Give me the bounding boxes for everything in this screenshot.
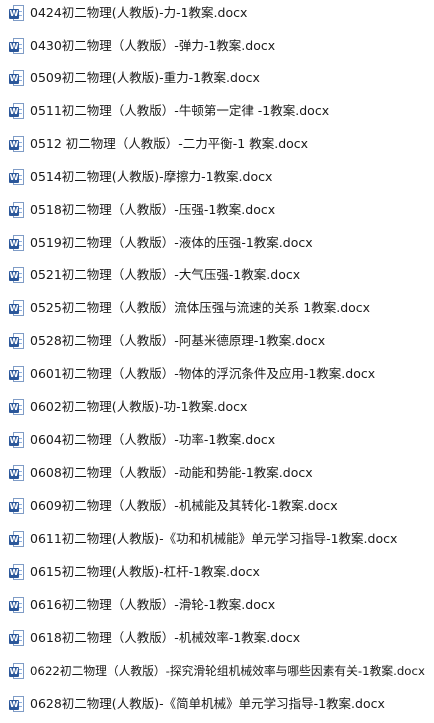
file-name: 0519初二物理（人教版）-液体的压强-1教案.docx — [30, 235, 313, 250]
word-document-icon: W — [9, 234, 25, 252]
file-name: 0509初二物理(人教版)-重力-1教案.docx — [30, 70, 260, 85]
file-name: 0518初二物理（人教版）-压强-1教案.docx — [30, 202, 276, 217]
file-name: 0611初二物理(人教版)-《功和机械能》单元学习指导-1教案.docx — [30, 531, 398, 546]
file-name: 0609初二物理（人教版）-机械能及其转化-1教案.docx — [30, 498, 338, 513]
file-item[interactable]: W 0424初二物理(人教版)-力-1教案.docx — [9, 2, 247, 24]
file-item[interactable]: W 0611初二物理(人教版)-《功和机械能》单元学习指导-1教案.docx — [9, 528, 397, 550]
word-document-icon: W — [9, 530, 25, 548]
word-document-icon: W — [9, 168, 25, 186]
file-item[interactable]: W 0616初二物理（人教版）-滑轮-1教案.docx — [9, 594, 275, 616]
file-item[interactable]: W 0609初二物理（人教版）-机械能及其转化-1教案.docx — [9, 495, 338, 517]
file-item[interactable]: W 0622初二物理（人教版）-探究滑轮组机械效率与哪些因素有关-1教案.doc… — [9, 660, 425, 682]
file-name: 0628初二物理(人教版)-《简单机械》单元学习指导-1教案.docx — [30, 696, 385, 711]
file-name: 0615初二物理(人教版)-杠杆-1教案.docx — [30, 564, 260, 579]
word-document-icon: W — [9, 398, 25, 416]
file-item[interactable]: W 0511初二物理（人教版）-牛顿第一定律 -1教案.docx — [9, 100, 329, 122]
file-item[interactable]: W 0602初二物理(人教版)-功-1教案.docx — [9, 396, 247, 418]
word-document-icon: W — [9, 37, 25, 55]
word-document-icon: W — [9, 266, 25, 284]
file-name: 0622初二物理（人教版）-探究滑轮组机械效率与哪些因素有关-1教案.docx — [30, 664, 425, 678]
word-document-icon: W — [9, 695, 25, 713]
word-document-icon: W — [9, 497, 25, 515]
file-name: 0525初二物理（人教版）流体压强与流速的关系 1教案.docx — [30, 300, 371, 315]
file-name: 0424初二物理(人教版)-力-1教案.docx — [30, 5, 248, 20]
file-item[interactable]: W 0618初二物理（人教版）-机械效率-1教案.docx — [9, 627, 300, 649]
file-item[interactable]: W 0519初二物理（人教版）-液体的压强-1教案.docx — [9, 232, 313, 254]
file-item[interactable]: W 0601初二物理（人教版）-物体的浮沉条件及应用-1教案.docx — [9, 363, 375, 385]
file-item[interactable]: W 0608初二物理（人教版）-动能和势能-1教案.docx — [9, 462, 313, 484]
file-name: 0511初二物理（人教版）-牛顿第一定律 -1教案.docx — [30, 103, 330, 118]
file-name: 0521初二物理（人教版）-大气压强-1教案.docx — [30, 267, 301, 282]
file-item[interactable]: W 0528初二物理（人教版）-阿基米德原理-1教案.docx — [9, 330, 325, 352]
file-name: 0602初二物理(人教版)-功-1教案.docx — [30, 399, 248, 414]
word-document-icon: W — [9, 596, 25, 614]
file-item[interactable]: W 0615初二物理(人教版)-杠杆-1教案.docx — [9, 561, 260, 583]
word-document-icon: W — [9, 662, 25, 680]
file-item[interactable]: W 0512 初二物理（人教版）-二力平衡-1 教案.docx — [9, 133, 308, 155]
file-item[interactable]: W 0525初二物理（人教版）流体压强与流速的关系 1教案.docx — [9, 297, 370, 319]
file-name: 0604初二物理（人教版）-功率-1教案.docx — [30, 432, 276, 447]
file-item[interactable]: W 0509初二物理(人教版)-重力-1教案.docx — [9, 67, 260, 89]
file-item[interactable]: W 0518初二物理（人教版）-压强-1教案.docx — [9, 199, 275, 221]
word-document-icon: W — [9, 135, 25, 153]
file-item[interactable]: W 0514初二物理(人教版)-摩擦力-1教案.docx — [9, 166, 272, 188]
file-item[interactable]: W 0604初二物理（人教版）-功率-1教案.docx — [9, 429, 275, 451]
file-name: 0601初二物理（人教版）-物体的浮沉条件及应用-1教案.docx — [30, 366, 376, 381]
word-document-icon: W — [9, 299, 25, 317]
file-item[interactable]: W 0628初二物理(人教版)-《简单机械》单元学习指导-1教案.docx — [9, 693, 385, 715]
word-document-icon: W — [9, 4, 25, 22]
file-name: 0608初二物理（人教版）-动能和势能-1教案.docx — [30, 465, 313, 480]
file-name: 0512 初二物理（人教版）-二力平衡-1 教案.docx — [30, 136, 309, 151]
word-document-icon: W — [9, 431, 25, 449]
file-item[interactable]: W 0521初二物理（人教版）-大气压强-1教案.docx — [9, 264, 300, 286]
word-document-icon: W — [9, 464, 25, 482]
file-name: 0618初二物理（人教版）-机械效率-1教案.docx — [30, 630, 301, 645]
word-document-icon: W — [9, 102, 25, 120]
file-name: 0528初二物理（人教版）-阿基米德原理-1教案.docx — [30, 333, 326, 348]
word-document-icon: W — [9, 365, 25, 383]
file-name: 0616初二物理（人教版）-滑轮-1教案.docx — [30, 597, 276, 612]
word-document-icon: W — [9, 201, 25, 219]
file-item[interactable]: W 0430初二物理（人教版）-弹力-1教案.docx — [9, 35, 275, 57]
file-name: 0430初二物理（人教版）-弹力-1教案.docx — [30, 38, 276, 53]
word-document-icon: W — [9, 69, 25, 87]
word-document-icon: W — [9, 332, 25, 350]
word-document-icon: W — [9, 563, 25, 581]
word-document-icon: W — [9, 629, 25, 647]
file-name: 0514初二物理(人教版)-摩擦力-1教案.docx — [30, 169, 273, 184]
